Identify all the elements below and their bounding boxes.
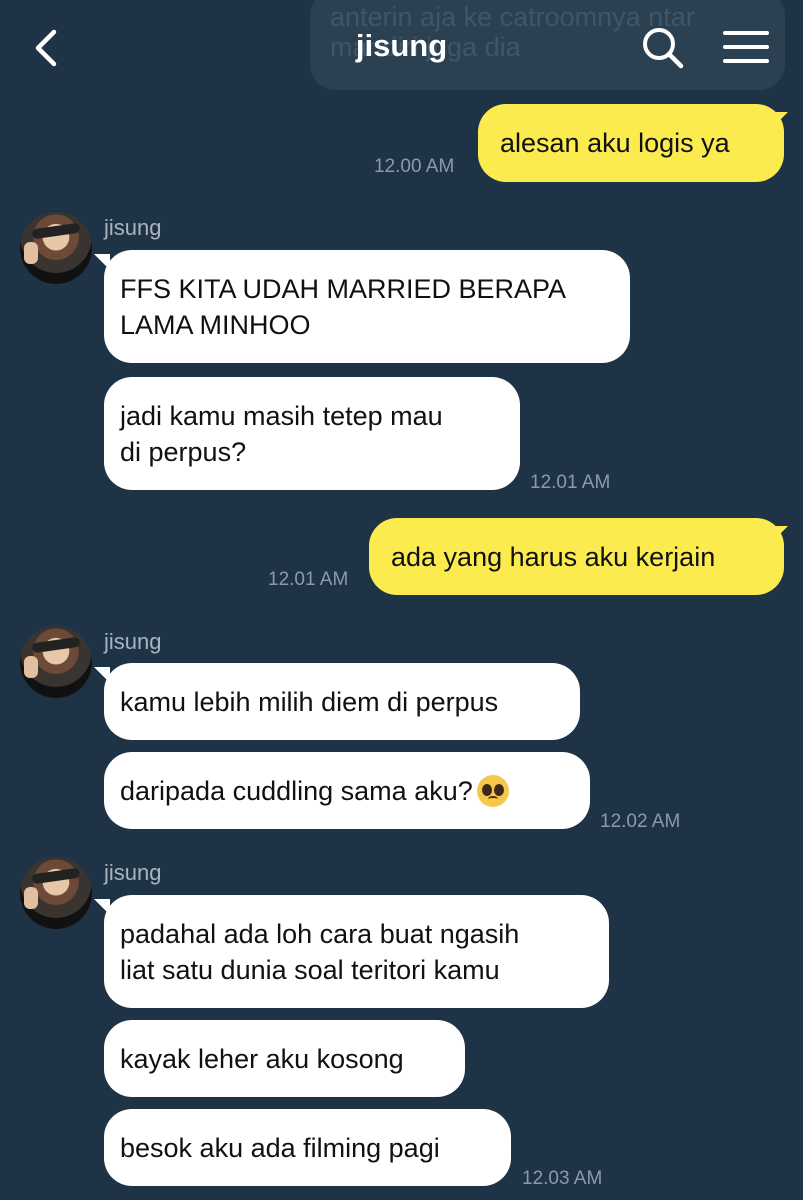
received-message-bubble[interactable]: FFS KITA UDAH MARRIED BERAPA LAMA MINHOO: [104, 250, 630, 363]
hamburger-menu-icon[interactable]: [722, 28, 770, 68]
message-text: daripada cuddling sama aku?: [120, 775, 473, 806]
sender-name: jisung: [104, 629, 162, 654]
message-timestamp: 12.01 AM: [268, 569, 349, 590]
bubble-tail: [772, 112, 788, 128]
pleading-face-emoji: [476, 774, 509, 807]
received-message-bubble[interactable]: daripada cuddling sama aku?: [104, 752, 590, 829]
bubble-tail: [772, 526, 788, 542]
message-text: FFS KITA UDAH MARRIED BERAPA LAMA MINHOO: [120, 273, 567, 340]
message-text: besok aku ada filming pagi: [120, 1132, 440, 1163]
sent-message-bubble[interactable]: ada yang harus aku kerjain: [369, 518, 784, 595]
message-text: kayak leher aku kosong: [120, 1043, 404, 1074]
received-message-bubble[interactable]: besok aku ada filming pagi: [104, 1109, 511, 1186]
avatar[interactable]: [20, 212, 92, 284]
message-timestamp: 12.01 AM: [530, 472, 611, 493]
message-text: kamu lebih milih diem di perpus: [120, 686, 499, 717]
message-timestamp: 12.02 AM: [600, 811, 681, 832]
message-timestamp: 12.03 AM: [522, 1168, 603, 1189]
message-text: jadi kamu masih tetep mau di perpus?: [120, 400, 443, 467]
message-text: ada yang harus aku kerjain: [391, 541, 716, 572]
sender-name: jisung: [104, 215, 162, 240]
message-timestamp: 12.00 AM: [374, 156, 455, 177]
sender-name: jisung: [104, 860, 162, 885]
search-icon[interactable]: [640, 26, 686, 70]
received-message-bubble[interactable]: kamu lebih milih diem di perpus: [104, 663, 580, 740]
received-message-bubble[interactable]: kayak leher aku kosong: [104, 1020, 465, 1097]
message-text: padahal ada loh cara buat ngasih liat sa…: [120, 918, 520, 985]
received-message-bubble[interactable]: jadi kamu masih tetep mau di perpus?: [104, 377, 520, 490]
avatar[interactable]: [20, 626, 92, 698]
avatar[interactable]: [20, 857, 92, 929]
message-text: alesan aku logis ya: [500, 128, 730, 158]
sent-message-bubble[interactable]: alesan aku logis ya: [478, 104, 784, 182]
received-message-bubble[interactable]: padahal ada loh cara buat ngasih liat sa…: [104, 895, 609, 1008]
